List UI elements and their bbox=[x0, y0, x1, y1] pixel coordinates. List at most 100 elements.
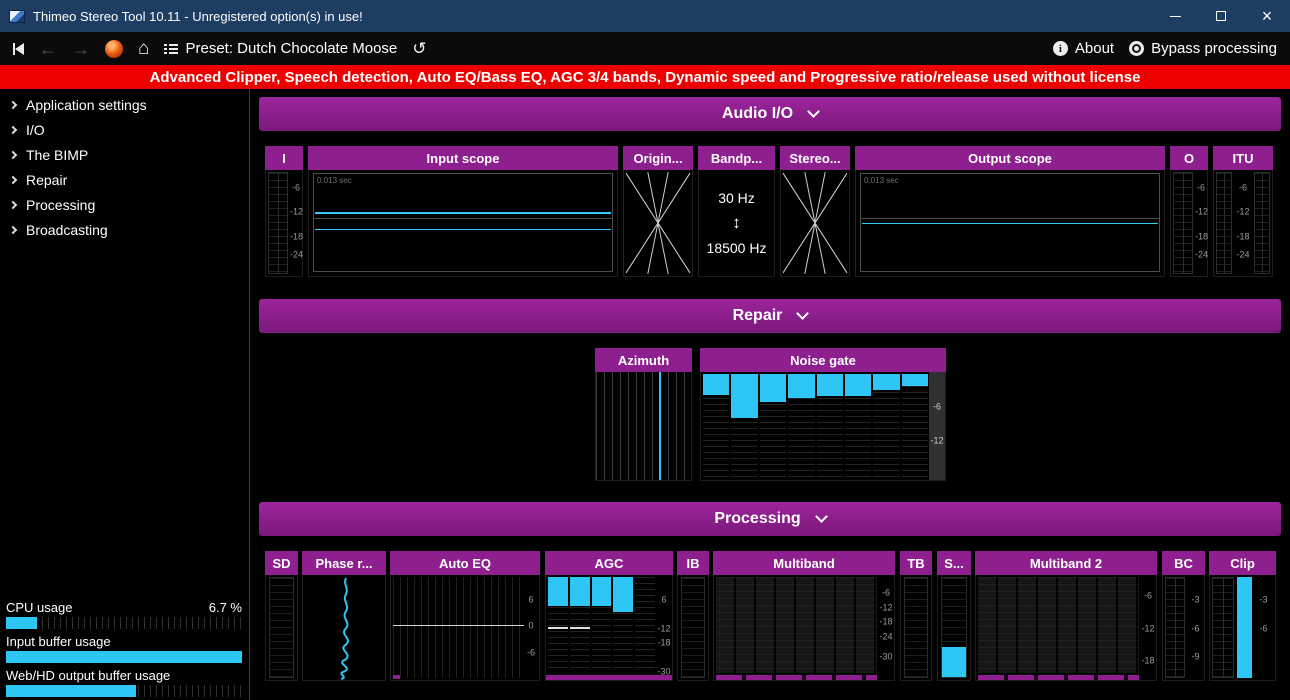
panel-bandpass: Bandp... 30 Hz ↕ 18500 Hz bbox=[698, 146, 775, 277]
scale-label: -12 bbox=[1234, 208, 1252, 217]
panel-title[interactable]: Input scope bbox=[308, 146, 618, 170]
scale-label: -18 bbox=[290, 232, 302, 241]
titlebar: Thimeo Stereo Tool 10.11 - Unregistered … bbox=[0, 0, 1290, 32]
panel-title[interactable]: O bbox=[1170, 146, 1208, 170]
scope-time-label: 0.013 sec bbox=[317, 176, 352, 185]
webhd-buffer-stat: Web/HD output buffer usage bbox=[6, 667, 242, 697]
forward-button[interactable]: → bbox=[72, 40, 90, 58]
expand-chevron-icon bbox=[9, 100, 17, 108]
sidebar-item-broadcasting[interactable]: Broadcasting bbox=[0, 217, 249, 242]
meter-scale: -6 -12 bbox=[929, 372, 945, 480]
input-buffer-stat: Input buffer usage bbox=[6, 633, 242, 663]
scale-label: -6 bbox=[1252, 624, 1275, 633]
sd-meter bbox=[265, 575, 298, 681]
preset-label: Preset: Dutch Chocolate Moose bbox=[185, 40, 397, 57]
panel-title[interactable]: Origin... bbox=[623, 146, 693, 170]
section-header-processing[interactable]: Processing bbox=[259, 502, 1281, 536]
scale-label: -6 bbox=[1140, 592, 1156, 601]
section-header-audio-io[interactable]: Audio I/O bbox=[259, 97, 1281, 131]
panel-title[interactable]: TB bbox=[900, 551, 932, 575]
go-first-button[interactable] bbox=[13, 43, 24, 55]
agc-band-bar bbox=[592, 577, 612, 673]
minimize-button[interactable] bbox=[1152, 0, 1198, 32]
scale-label: -18 bbox=[1195, 232, 1207, 241]
clip-meter: -3 -6 bbox=[1209, 575, 1276, 681]
gate-band-bar bbox=[760, 374, 786, 478]
panel-title[interactable]: Noise gate bbox=[700, 348, 946, 372]
app-icon bbox=[9, 10, 25, 23]
panel-title[interactable]: S... bbox=[937, 551, 971, 575]
multiband-display: -6 -12 -18 -24 -30 bbox=[713, 575, 895, 681]
panel-title[interactable]: Multiband bbox=[713, 551, 895, 575]
scale-label: -12 bbox=[656, 624, 672, 633]
scale-label: -9 bbox=[1187, 652, 1204, 661]
noise-gate-bars bbox=[703, 374, 928, 478]
panel-title[interactable]: ITU bbox=[1213, 146, 1273, 170]
panel-title[interactable]: AGC bbox=[545, 551, 673, 575]
sidebar-item-the-bimp[interactable]: The BIMP bbox=[0, 142, 249, 167]
azimuth-indicator bbox=[659, 372, 661, 480]
panel-title[interactable]: Multiband 2 bbox=[975, 551, 1157, 575]
stereo-separation-meter bbox=[937, 575, 971, 681]
chevron-down-icon bbox=[807, 105, 820, 118]
panel-title[interactable]: IB bbox=[677, 551, 709, 575]
panel-title[interactable]: I bbox=[265, 146, 303, 170]
expand-chevron-icon bbox=[9, 150, 17, 158]
input-buffer-bar bbox=[6, 651, 242, 663]
preset-button[interactable]: Preset: Dutch Chocolate Moose bbox=[164, 40, 397, 57]
sidebar-item-application-settings[interactable]: Application settings bbox=[0, 92, 249, 117]
waveform-right bbox=[315, 229, 611, 230]
back-button[interactable]: ← bbox=[39, 40, 57, 58]
agc-band-bar bbox=[548, 577, 568, 673]
section-header-repair[interactable]: Repair bbox=[259, 299, 1281, 333]
close-button[interactable]: × bbox=[1244, 0, 1290, 32]
panel-title[interactable]: Phase r... bbox=[302, 551, 386, 575]
panel-title[interactable]: SD bbox=[265, 551, 298, 575]
waveform bbox=[862, 223, 1158, 224]
panel-itu-meter: ITU -6 -12 -18 -24 bbox=[1213, 146, 1273, 277]
panel-title[interactable]: Azimuth bbox=[595, 348, 692, 372]
goniometer-display bbox=[780, 170, 850, 277]
maximize-icon bbox=[1216, 11, 1226, 21]
webhd-buffer-label: Web/HD output buffer usage bbox=[6, 668, 170, 683]
sidebar-item-repair[interactable]: Repair bbox=[0, 167, 249, 192]
scale-label: 0 bbox=[523, 622, 539, 631]
panel-stereo-separation: S... bbox=[937, 551, 971, 681]
phase-rotator-display bbox=[302, 575, 386, 681]
panel-title[interactable]: Bandp... bbox=[698, 146, 775, 170]
multiband-columns bbox=[716, 577, 877, 673]
minimize-icon bbox=[1170, 16, 1181, 17]
scale-label: -24 bbox=[290, 250, 302, 259]
agc-bars bbox=[548, 577, 655, 673]
stereo-tool-logo-icon[interactable] bbox=[105, 40, 123, 58]
chevron-down-icon bbox=[797, 307, 810, 320]
panel-title[interactable]: Stereo... bbox=[780, 146, 850, 170]
panel-title[interactable]: Output scope bbox=[855, 146, 1165, 170]
panel-title[interactable]: Clip bbox=[1209, 551, 1276, 575]
maximize-button[interactable] bbox=[1198, 0, 1244, 32]
section-title: Audio I/O bbox=[722, 105, 793, 123]
close-icon: × bbox=[1262, 7, 1273, 25]
sidebar-item-processing[interactable]: Processing bbox=[0, 192, 249, 217]
gate-band-bar bbox=[731, 374, 757, 478]
scale-label: -6 bbox=[1187, 624, 1204, 633]
panel-title[interactable]: Auto EQ bbox=[390, 551, 540, 575]
reload-icon: ↺ bbox=[412, 39, 426, 58]
panel-noise-gate: Noise gate -6 -12 bbox=[700, 348, 946, 481]
scale-label: 6 bbox=[656, 596, 672, 605]
sidebar-item-label: Broadcasting bbox=[26, 222, 108, 238]
scope-time-label: 0.013 sec bbox=[864, 176, 899, 185]
bandpass-low: 30 Hz bbox=[718, 190, 755, 206]
output-scope-display: 0.013 sec bbox=[855, 170, 1165, 277]
sidebar-item-io[interactable]: I/O bbox=[0, 117, 249, 142]
gate-band-bar bbox=[703, 374, 729, 478]
reload-preset-button[interactable]: ↺ bbox=[412, 40, 426, 57]
scope-frame: 0.013 sec bbox=[313, 173, 613, 272]
panel-phase-rotator: Phase r... bbox=[302, 551, 386, 681]
panel-title[interactable]: BC bbox=[1162, 551, 1205, 575]
bypass-button[interactable]: Bypass processing bbox=[1129, 40, 1277, 57]
about-button[interactable]: i About bbox=[1053, 40, 1114, 57]
meter-scale: -6 -12 -18 bbox=[1140, 575, 1156, 680]
home-button[interactable]: ⌂ bbox=[138, 39, 149, 58]
chevron-down-icon bbox=[815, 510, 828, 523]
